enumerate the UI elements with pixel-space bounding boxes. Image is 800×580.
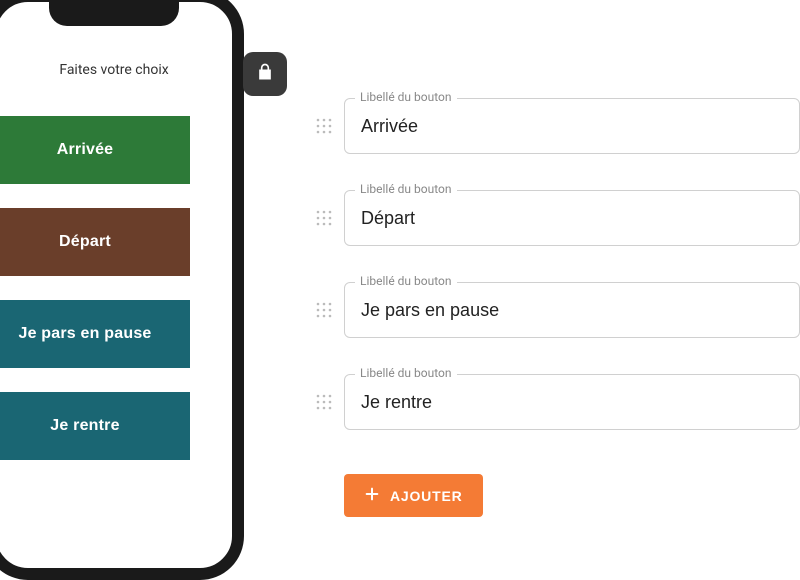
field-legend: Libellé du bouton [355, 366, 457, 380]
button-label-field[interactable]: Libellé du bouton [344, 190, 800, 246]
field-legend: Libellé du bouton [355, 90, 457, 104]
field-legend: Libellé du bouton [355, 182, 457, 196]
plus-icon [364, 486, 380, 505]
drag-handle-icon[interactable] [316, 210, 332, 226]
drag-handle-icon[interactable] [316, 394, 332, 410]
fields-panel: Libellé du bouton Libellé du bouton Libe… [316, 98, 800, 517]
phone-button-label: Départ [59, 233, 111, 251]
add-button[interactable]: AJOUTER [344, 474, 483, 517]
phone-title: Faites votre choix [0, 62, 232, 78]
button-label-input[interactable] [361, 116, 783, 137]
phone-button-arrivee[interactable]: Arrivée [0, 116, 190, 184]
field-row: Libellé du bouton [316, 282, 800, 338]
field-row: Libellé du bouton [316, 374, 800, 430]
button-label-field[interactable]: Libellé du bouton [344, 282, 800, 338]
lock-badge[interactable] [243, 52, 287, 96]
phone-button-pause[interactable]: Je pars en pause [0, 300, 190, 368]
field-legend: Libellé du bouton [355, 274, 457, 288]
add-button-label: AJOUTER [390, 488, 463, 504]
phone-button-rentre[interactable]: Je rentre [0, 392, 190, 460]
field-row: Libellé du bouton [316, 98, 800, 154]
button-label-input[interactable] [361, 300, 783, 321]
phone-button-list: Arrivée Départ Je pars en pause Je rentr… [0, 116, 232, 460]
lock-icon [255, 62, 275, 86]
phone-button-label: Arrivée [57, 141, 114, 159]
button-label-input[interactable] [361, 208, 783, 229]
drag-handle-icon[interactable] [316, 302, 332, 318]
phone-button-label: Je rentre [50, 417, 119, 435]
phone-notch [49, 0, 179, 26]
phone-preview-frame: Faites votre choix Arrivée Départ Je par… [0, 0, 244, 580]
field-row: Libellé du bouton [316, 190, 800, 246]
drag-handle-icon[interactable] [316, 118, 332, 134]
phone-button-label: Je pars en pause [18, 325, 151, 343]
phone-button-depart[interactable]: Départ [0, 208, 190, 276]
button-label-field[interactable]: Libellé du bouton [344, 374, 800, 430]
button-label-field[interactable]: Libellé du bouton [344, 98, 800, 154]
button-label-input[interactable] [361, 392, 783, 413]
